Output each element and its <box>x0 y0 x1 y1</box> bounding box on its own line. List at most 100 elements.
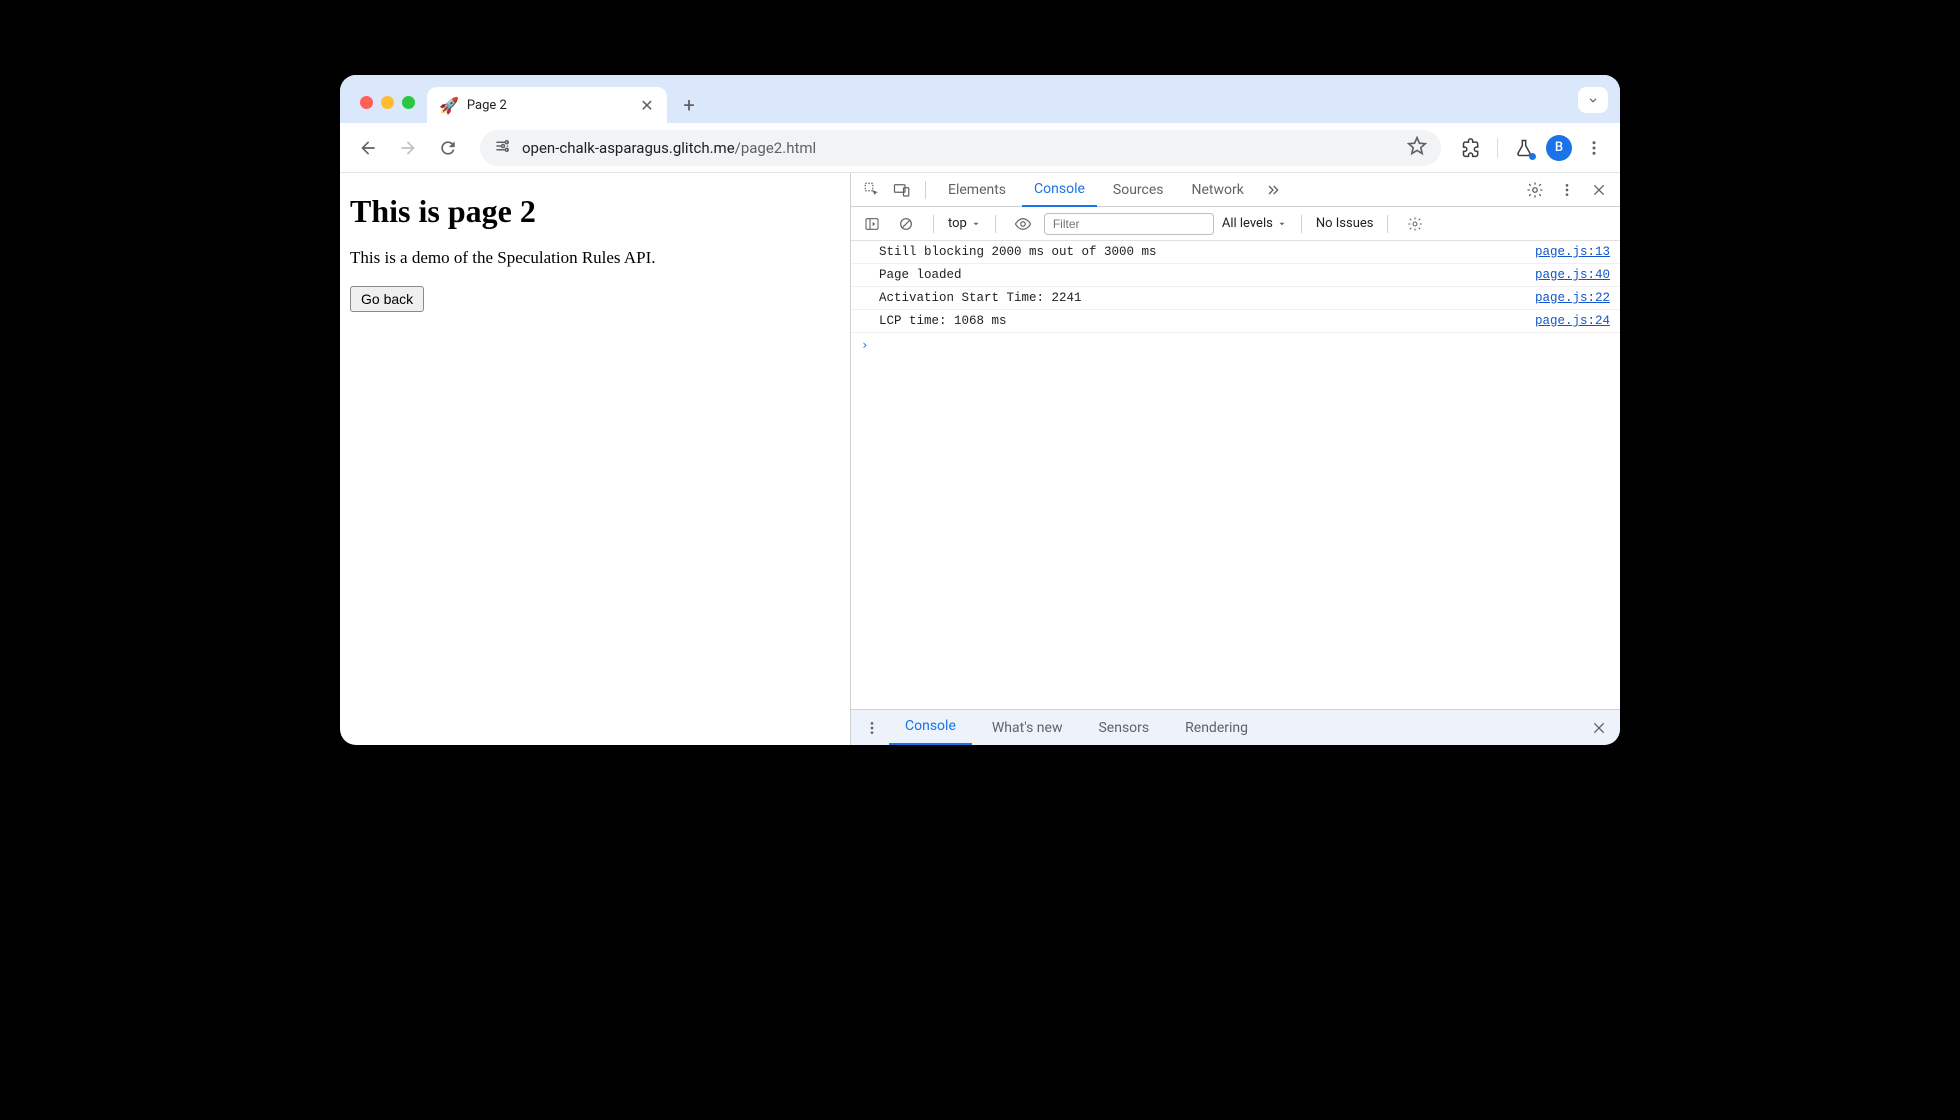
extensions-button[interactable] <box>1457 134 1485 162</box>
tab-favicon-icon: 🚀 <box>439 96 459 115</box>
go-back-button[interactable]: Go back <box>350 286 424 312</box>
drawer-tab-whats-new[interactable]: What's new <box>976 710 1079 746</box>
console-message: Page loaded <box>879 268 1535 282</box>
console-toolbar: top All levels No Issues <box>851 207 1620 241</box>
tab-network[interactable]: Network <box>1180 173 1256 207</box>
separator <box>1301 215 1302 233</box>
console-message: Still blocking 2000 ms out of 3000 ms <box>879 245 1535 259</box>
gear-icon <box>1526 181 1544 199</box>
site-settings-icon[interactable] <box>494 137 512 159</box>
maximize-window-button[interactable] <box>402 96 415 109</box>
console-context-dropdown[interactable]: top <box>948 216 981 231</box>
new-tab-button[interactable]: + <box>675 91 703 119</box>
page-content: This is page 2 This is a demo of the Spe… <box>340 173 850 745</box>
close-icon <box>1591 182 1607 198</box>
issues-button[interactable]: No Issues <box>1316 216 1374 231</box>
reload-button[interactable] <box>432 132 464 164</box>
console-row: Still blocking 2000 ms out of 3000 ms pa… <box>851 241 1620 264</box>
url-host: open-chalk-asparagus.glitch.me <box>522 139 735 157</box>
profile-avatar[interactable]: B <box>1546 135 1572 161</box>
url-path: /page2.html <box>735 139 817 157</box>
page-heading: This is page 2 <box>350 193 840 230</box>
gear-icon <box>1407 216 1423 232</box>
tab-overflow-button[interactable] <box>1578 87 1608 113</box>
chrome-menu-button[interactable] <box>1580 134 1608 162</box>
console-context-label: top <box>948 216 967 231</box>
separator <box>1387 215 1388 233</box>
console-row: Activation Start Time: 2241 page.js:22 <box>851 287 1620 310</box>
address-bar[interactable]: open-chalk-asparagus.glitch.me/page2.htm… <box>480 130 1441 166</box>
console-output: Still blocking 2000 ms out of 3000 ms pa… <box>851 241 1620 709</box>
console-message: Activation Start Time: 2241 <box>879 291 1535 305</box>
live-expression-button[interactable] <box>1010 211 1036 237</box>
separator <box>995 215 996 233</box>
triangle-down-icon <box>1277 219 1287 229</box>
console-settings-button[interactable] <box>1402 211 1428 237</box>
close-icon <box>1591 720 1607 736</box>
notification-dot-icon <box>1529 153 1536 160</box>
drawer-tab-sensors[interactable]: Sensors <box>1082 710 1165 746</box>
log-levels-dropdown[interactable]: All levels <box>1222 216 1287 231</box>
console-source-link[interactable]: page.js:13 <box>1535 245 1610 259</box>
arrow-left-icon <box>358 138 378 158</box>
tab-sources[interactable]: Sources <box>1101 173 1176 207</box>
console-source-link[interactable]: page.js:24 <box>1535 314 1610 328</box>
console-source-link[interactable]: page.js:22 <box>1535 291 1610 305</box>
devtools-close-button[interactable] <box>1586 177 1612 203</box>
puzzle-icon <box>1461 138 1481 158</box>
devtools-menu-button[interactable] <box>1554 177 1580 203</box>
minimize-window-button[interactable] <box>381 96 394 109</box>
tab-bar: 🚀 Page 2 ✕ + <box>340 75 1620 123</box>
window-controls <box>352 96 427 123</box>
toggle-sidebar-button[interactable] <box>859 211 885 237</box>
star-icon <box>1407 136 1427 156</box>
browser-window: 🚀 Page 2 ✕ + open-chalk-asparagus.glitch… <box>340 75 1620 745</box>
avatar-letter: B <box>1555 140 1563 155</box>
url-text: open-chalk-asparagus.glitch.me/page2.htm… <box>522 139 1397 157</box>
browser-tab[interactable]: 🚀 Page 2 ✕ <box>427 87 667 123</box>
kebab-icon <box>1585 139 1603 157</box>
tab-console[interactable]: Console <box>1022 173 1097 207</box>
log-levels-label: All levels <box>1222 216 1273 231</box>
devtools-panel: Elements Console Sources Network <box>850 173 1620 745</box>
separator <box>1497 138 1498 158</box>
console-message: LCP time: 1068 ms <box>879 314 1535 328</box>
console-row: Page loaded page.js:40 <box>851 264 1620 287</box>
kebab-icon <box>1559 182 1575 198</box>
arrow-right-icon <box>398 138 418 158</box>
more-tabs-button[interactable] <box>1260 177 1286 203</box>
console-source-link[interactable]: page.js:40 <box>1535 268 1610 282</box>
drawer-close-button[interactable] <box>1586 715 1612 741</box>
close-tab-button[interactable]: ✕ <box>639 97 655 113</box>
triangle-down-icon <box>971 219 981 229</box>
devtools-tab-bar: Elements Console Sources Network <box>851 173 1620 207</box>
chrome-labs-button[interactable] <box>1510 134 1538 162</box>
issues-label: No Issues <box>1316 216 1374 231</box>
separator <box>925 181 926 199</box>
tab-title: Page 2 <box>467 98 631 113</box>
device-toolbar-button[interactable] <box>889 177 915 203</box>
devices-icon <box>893 181 911 199</box>
chevron-down-icon <box>1586 93 1600 107</box>
close-window-button[interactable] <box>360 96 373 109</box>
chevron-double-right-icon <box>1265 182 1281 198</box>
eye-icon <box>1014 215 1032 233</box>
console-filter-input[interactable] <box>1044 213 1214 235</box>
back-button[interactable] <box>352 132 384 164</box>
tab-elements[interactable]: Elements <box>936 173 1018 207</box>
devtools-drawer: Console What's new Sensors Rendering <box>851 709 1620 745</box>
content-area: This is page 2 This is a demo of the Spe… <box>340 173 1620 745</box>
console-prompt[interactable]: › <box>851 333 1620 356</box>
devtools-settings-button[interactable] <box>1522 177 1548 203</box>
console-row: LCP time: 1068 ms page.js:24 <box>851 310 1620 333</box>
drawer-tab-console[interactable]: Console <box>889 710 972 746</box>
drawer-tab-rendering[interactable]: Rendering <box>1169 710 1264 746</box>
inspect-icon <box>863 181 881 199</box>
clear-console-button[interactable] <box>893 211 919 237</box>
drawer-menu-button[interactable] <box>859 715 885 741</box>
forward-button[interactable] <box>392 132 424 164</box>
separator <box>933 215 934 233</box>
toolbar: open-chalk-asparagus.glitch.me/page2.htm… <box>340 123 1620 173</box>
inspect-element-button[interactable] <box>859 177 885 203</box>
bookmark-button[interactable] <box>1407 136 1427 160</box>
